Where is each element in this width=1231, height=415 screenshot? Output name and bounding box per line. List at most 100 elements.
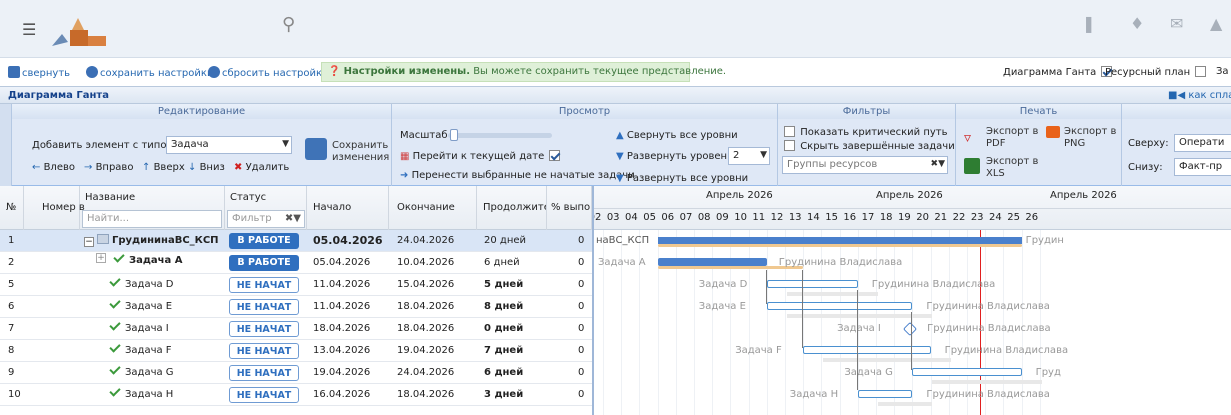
name-search-input[interactable]: Найти... — [82, 210, 222, 228]
ribbon-scroll-left[interactable] — [0, 104, 12, 186]
move-left-button[interactable]: ← Влево — [32, 162, 75, 173]
col-name[interactable]: Название Найти... — [80, 186, 225, 230]
bottom-select[interactable]: Факт-пр — [1174, 158, 1231, 176]
save-icon[interactable] — [305, 138, 327, 160]
hide-done-checkbox[interactable] — [784, 140, 795, 151]
thumbs-up-icon[interactable]: ▲ — [1210, 14, 1222, 33]
task-name[interactable]: Задача E — [109, 297, 172, 312]
dependency-line — [802, 270, 804, 348]
export-png-line1[interactable]: Экспорт в — [1064, 126, 1116, 137]
menu-icon[interactable]: ☰ — [22, 20, 36, 39]
move-down-button[interactable]: ↓ Вниз — [188, 162, 225, 173]
duration: 6 дней — [484, 257, 520, 268]
export-pdf-line2[interactable]: PDF — [986, 138, 1005, 149]
status-badge[interactable]: НЕ НАЧАТ — [229, 343, 299, 359]
bookmark-icon[interactable]: ❚ — [1082, 14, 1095, 33]
logo[interactable] — [44, 12, 114, 50]
task-name[interactable]: Задача D — [109, 275, 174, 290]
table-row[interactable]: 2 + Задача A В РАБОТЕ 05.04.2026 10.04.2026 6 … — [0, 251, 592, 274]
resource-groups-select[interactable]: Группы ресурсов ✖▼ — [782, 156, 948, 174]
task-name[interactable]: Задача G — [109, 363, 174, 378]
collapse-toggle-icon[interactable]: − — [84, 237, 94, 247]
status-badge[interactable]: НЕ НАЧАТ — [229, 365, 299, 381]
status-badge[interactable]: НЕ НАЧАТ — [229, 387, 299, 403]
col-end[interactable]: Окончание — [389, 186, 477, 230]
expand-level-select[interactable]: 2 ▼ — [728, 147, 770, 165]
col-start[interactable]: Начало — [307, 186, 389, 230]
summary-bar[interactable] — [657, 237, 1022, 244]
status-badge[interactable]: НЕ НАЧАТ — [229, 277, 299, 293]
critical-path-checkbox[interactable] — [784, 126, 795, 137]
check-icon — [109, 341, 121, 353]
save-changes-line1[interactable]: Сохранить — [332, 140, 388, 151]
col-percent[interactable]: % выпо — [547, 186, 592, 230]
reset-settings-link[interactable]: сбросить настройки — [208, 66, 329, 79]
export-pdf-line1[interactable]: Экспорт в — [986, 126, 1038, 137]
move-right-button[interactable]: → Вправо — [84, 162, 133, 173]
table-row[interactable]: 7 Задача I НЕ НАЧАТ 18.04.2026 18.04.2026 0 д… — [0, 318, 592, 340]
status-badge[interactable]: В РАБОТЕ — [229, 233, 299, 249]
task-e-bar[interactable] — [766, 302, 913, 310]
goto-today-button[interactable]: ▦ Перейти к текущей дате — [400, 150, 562, 162]
expand-all-button[interactable]: ▼ Развернуть все уровни — [616, 173, 748, 184]
expand-level-button[interactable]: ▼ Развернуть уровень — [616, 151, 733, 162]
task-d-bar[interactable] — [766, 280, 858, 288]
export-xls-line2[interactable]: XLS — [986, 168, 1005, 179]
task-g-bar[interactable] — [912, 368, 1022, 376]
expand-toggle-icon[interactable]: + — [96, 253, 106, 263]
scale-slider[interactable] — [448, 133, 552, 138]
task-name[interactable]: − ГрудининаВС_КСП — [84, 234, 219, 247]
col-status[interactable]: Статус Фильтр ✖▼ — [225, 186, 307, 230]
element-type-select[interactable]: Задача ▼ — [166, 136, 292, 154]
export-png-line2[interactable]: PNG — [1064, 138, 1085, 149]
save-settings-link[interactable]: сохранить настройки — [86, 66, 213, 79]
day-label: 25 — [1007, 212, 1020, 223]
col-number[interactable]: Номер в — [24, 186, 85, 230]
search-icon[interactable]: ⚲ — [282, 14, 295, 35]
status-badge[interactable]: В РАБОТЕ — [229, 255, 299, 271]
table-row[interactable]: 5 Задача D НЕ НАЧАТ 11.04.2026 15.04.2026 5 д… — [0, 274, 592, 296]
split-link[interactable]: ■◀ как спла — [1168, 90, 1231, 101]
task-h-bar[interactable] — [857, 390, 913, 398]
hide-done-toggle[interactable]: Скрыть завершённые задачи — [782, 140, 955, 152]
save-changes-line2[interactable]: изменения — [332, 152, 389, 163]
milestone-diamond[interactable] — [903, 321, 918, 337]
move-up-button[interactable]: ↑ Вверх — [142, 162, 185, 173]
day-label: 06 — [661, 212, 675, 223]
col-duration[interactable]: Продолжитель — [477, 186, 547, 230]
export-xls-line1[interactable]: Экспорт в — [986, 156, 1038, 167]
hide-done-label: Скрыть завершённые задачи — [800, 141, 955, 152]
status-badge[interactable]: НЕ НАЧАТ — [229, 299, 299, 315]
table-row[interactable]: 9 Задача G НЕ НАЧАТ 19.04.2026 24.04.2026 6 д… — [0, 362, 592, 384]
table-row[interactable]: 1 − ГрудининаВС_КСП В РАБОТЕ 05.04.2026 24.04… — [0, 230, 592, 252]
task-name[interactable]: Задача I — [109, 319, 169, 334]
delete-button[interactable]: ✖ Удалить — [234, 162, 289, 173]
truncated-toggle[interactable]: За — [1216, 66, 1229, 77]
end-date: 18.04.2026 — [397, 323, 455, 334]
move-selected-button[interactable]: ➜ Перенести выбранные не начатые задачи — [400, 170, 635, 181]
mail-icon[interactable]: ✉ — [1170, 14, 1183, 33]
table-row[interactable]: 6 Задача E НЕ НАЧАТ 11.04.2026 18.04.2026 8 д… — [0, 296, 592, 318]
task-name-label: ГрудининаВС_КСП — [112, 235, 219, 246]
status-badge[interactable]: НЕ НАЧАТ — [229, 321, 299, 337]
col-num[interactable]: № — [0, 186, 24, 230]
task-a-bar[interactable] — [657, 258, 767, 266]
collapse-link[interactable]: свернуть — [8, 66, 70, 79]
resource-checkbox[interactable] — [1195, 66, 1207, 77]
critical-path-toggle[interactable]: Показать критический путь — [782, 126, 948, 138]
resource-toggle[interactable]: Ресурсный план — [1105, 66, 1208, 78]
goto-today-checkbox[interactable] — [549, 150, 561, 161]
scale-slider-handle[interactable] — [450, 129, 458, 141]
table-row[interactable]: 10 Задача H НЕ НАЧАТ 16.04.2026 18.04.2026 3 … — [0, 384, 592, 406]
gantt-toggle[interactable]: Диаграмма Ганта — [1003, 66, 1114, 78]
table-row[interactable]: 8 Задача F НЕ НАЧАТ 13.04.2026 19.04.2026 7 д… — [0, 340, 592, 362]
top-select[interactable]: Операти — [1174, 134, 1231, 152]
percent: 0 — [578, 257, 585, 268]
print-section-title: Печать — [956, 104, 1121, 119]
task-name[interactable]: + Задача A — [96, 251, 183, 266]
task-name[interactable]: Задача F — [109, 341, 172, 356]
collapse-all-button[interactable]: ▲ Свернуть все уровни — [616, 130, 738, 141]
bell-icon[interactable]: ♦ — [1130, 14, 1144, 33]
status-filter-select[interactable]: Фильтр ✖▼ — [227, 210, 305, 228]
task-name[interactable]: Задача H — [109, 385, 173, 400]
